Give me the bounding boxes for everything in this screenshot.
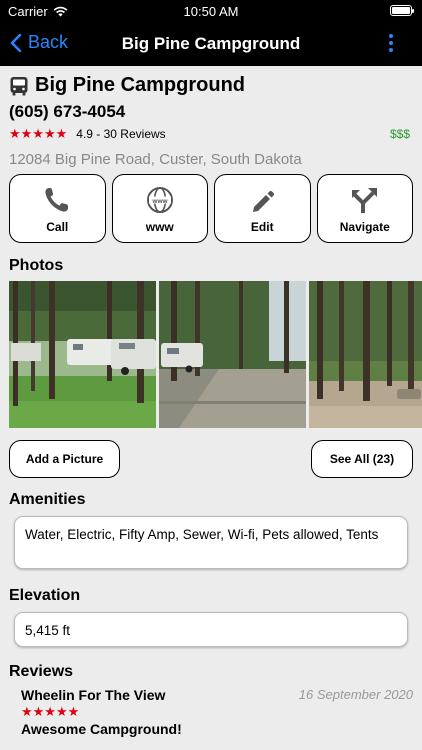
- reviews-heading: Reviews: [9, 663, 74, 680]
- website-label: www: [145, 220, 174, 234]
- review-date: 16 September 2020: [298, 687, 413, 702]
- see-all-photos-button[interactable]: See All (23): [311, 440, 413, 478]
- rating-stars: ★★★★★: [9, 126, 68, 141]
- edit-button[interactable]: Edit: [214, 174, 311, 243]
- campground-road-photo[interactable]: [159, 281, 306, 428]
- more-options-icon[interactable]: [388, 34, 394, 54]
- phone-number[interactable]: (605) 673-4054: [9, 102, 413, 122]
- call-label: Call: [46, 220, 69, 234]
- address: 12084 Big Pine Road, Custer, South Dakot…: [9, 151, 302, 168]
- name-row: Big Pine Campground: [9, 74, 413, 97]
- navigate-icon: [351, 188, 377, 213]
- photo-strip[interactable]: [0, 281, 422, 428]
- action-buttons: Call www www Edit Navigate: [0, 174, 422, 243]
- photo-buttons: Add a Picture See All (23): [0, 440, 422, 480]
- edit-label: Edit: [250, 220, 274, 234]
- elevation-heading: Elevation: [9, 587, 81, 604]
- add-picture-button[interactable]: Add a Picture: [9, 440, 120, 478]
- review-title: Awesome Campground!: [21, 721, 182, 737]
- place-header: Big Pine Campground (605) 673-4054 ★★★★★…: [0, 66, 422, 168]
- status-bar: Carrier 10:50 AM: [0, 0, 422, 22]
- amenities-box: Water, Electric, Fifty Amp, Sewer, Wi-fi…: [14, 516, 408, 569]
- globe-icon: www: [146, 187, 173, 213]
- review-item[interactable]: Wheelin For The View 16 September 2020 ★…: [0, 687, 422, 737]
- review-stars: ★★★★★: [21, 704, 80, 719]
- rv-icon: [10, 76, 28, 95]
- navigation-bar: Back Big Pine Campground: [0, 22, 422, 66]
- nav-title: Big Pine Campground: [121, 34, 301, 53]
- rv-in-pines-photo[interactable]: [9, 281, 156, 428]
- pencil-icon: [253, 190, 275, 212]
- elevation-box: 5,415 ft: [14, 612, 408, 647]
- navigate-button[interactable]: Navigate: [316, 174, 413, 243]
- call-button[interactable]: Call: [9, 174, 106, 243]
- navigate-label: Navigate: [339, 220, 390, 234]
- price-level: $$$: [389, 127, 410, 141]
- website-button[interactable]: www www: [111, 174, 208, 243]
- forest-campsite-photo[interactable]: [309, 281, 422, 428]
- svg-text:www: www: [151, 198, 168, 205]
- rating-summary[interactable]: 4.9 - 30 Reviews: [76, 127, 165, 141]
- clock: 10:50 AM: [183, 4, 239, 19]
- place-name: Big Pine Campground: [35, 74, 245, 96]
- battery-icon: [390, 5, 414, 16]
- amenities-heading: Amenities: [9, 491, 86, 508]
- phone-icon: [45, 188, 69, 212]
- photos-heading: Photos: [9, 257, 64, 274]
- rating-row: ★★★★★ 4.9 - 30 Reviews $$$: [9, 126, 413, 142]
